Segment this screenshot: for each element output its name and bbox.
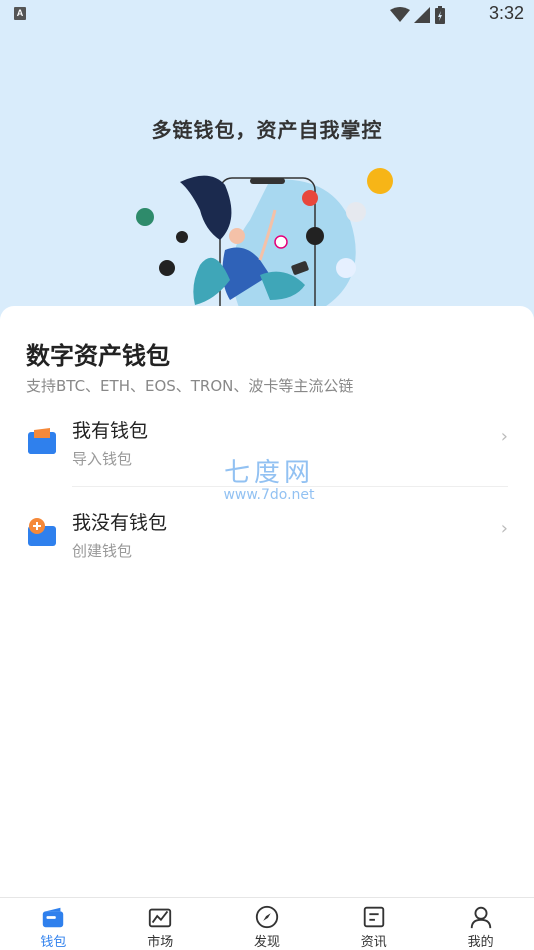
tab-profile[interactable]: 我的: [427, 898, 534, 950]
watermark-url: www.7do.net: [223, 487, 315, 503]
create-wallet-icon: [28, 518, 56, 546]
hero-banner: A 3:32 多链钱包，资产自我掌控: [0, 0, 534, 330]
usdt-coin-icon: [136, 208, 154, 226]
bitcoin-coin-icon: [367, 168, 393, 194]
watermark-text: 七度网: [223, 458, 314, 488]
card-title: 数字资产钱包: [26, 342, 170, 370]
create-wallet-option[interactable]: 我没有钱包 创建钱包 ›: [0, 496, 534, 582]
wallet-illustration: [136, 168, 393, 310]
polkadot-coin-icon: [274, 235, 288, 249]
import-wallet-title: 我有钱包: [72, 420, 149, 442]
tab-news-label: 资讯: [360, 935, 387, 950]
status-time: 3:32: [488, 3, 524, 23]
tab-market[interactable]: 市场: [107, 898, 214, 950]
create-wallet-subtitle: 创建钱包: [72, 542, 133, 560]
create-wallet-title: 我没有钱包: [72, 512, 168, 534]
bnb-coin-icon: [159, 260, 175, 276]
signal-icon: [414, 7, 430, 23]
tab-profile-label: 我的: [467, 935, 494, 950]
hero-title: 多链钱包，资产自我掌控: [151, 118, 383, 142]
wifi-icon: [390, 7, 410, 22]
card-subtitle: 支持BTC、ETH、EOS、TRON、波卡等主流公链: [26, 377, 354, 395]
person-face: [229, 228, 245, 244]
hair-shape: [180, 175, 232, 240]
news-icon: [363, 906, 384, 928]
chevron-right-icon: ›: [500, 426, 508, 447]
tron-coin-icon: [302, 190, 318, 206]
watermark: 七度网 www.7do.net: [214, 452, 324, 503]
market-chart-icon: [149, 908, 172, 928]
eos-coin-icon: [306, 227, 324, 245]
wallet-card: 数字资产钱包 支持BTC、ETH、EOS、TRON、波卡等主流公链: [0, 306, 534, 898]
wallet-icon: [43, 907, 64, 928]
phone-notch: [250, 178, 285, 184]
status-icons: [390, 6, 446, 24]
tab-wallet-label: 钱包: [40, 935, 67, 950]
token-coin-icon: [176, 231, 188, 243]
tab-news[interactable]: 资讯: [320, 898, 427, 950]
bottom-tab-bar: 钱包 市场 发现 资讯 我的: [0, 897, 534, 950]
tab-discover-label: 发现: [253, 935, 280, 950]
tab-wallet[interactable]: 钱包: [0, 898, 107, 950]
ethereum-coin-icon: [346, 202, 366, 222]
import-wallet-icon: [28, 428, 56, 454]
app-notification-icon: A: [14, 7, 26, 20]
huobi-coin-icon: [336, 258, 356, 278]
chevron-right-icon: ›: [500, 518, 508, 539]
tab-market-label: 市场: [147, 935, 174, 950]
tab-discover[interactable]: 发现: [214, 898, 321, 950]
import-wallet-subtitle: 导入钱包: [72, 450, 133, 468]
compass-icon: [255, 905, 279, 929]
profile-icon: [470, 906, 491, 929]
battery-icon: [435, 6, 445, 24]
status-bar: A 3:32: [0, 0, 534, 30]
